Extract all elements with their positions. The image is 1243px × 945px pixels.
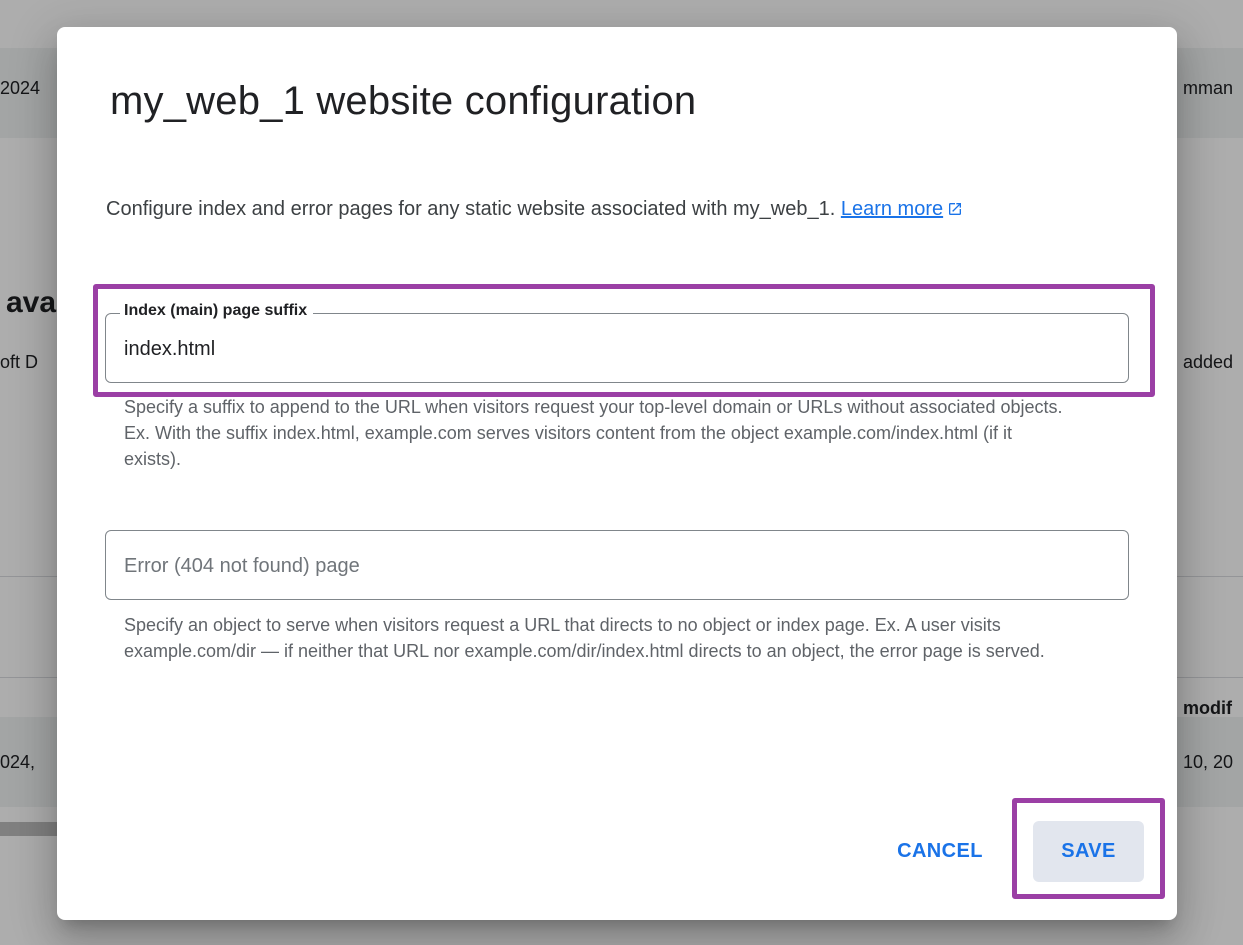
learn-more-link[interactable]: Learn more (841, 198, 963, 220)
description-text: Configure index and error pages for any … (106, 198, 836, 220)
index-suffix-field: Index (main) page suffix (105, 302, 1129, 383)
website-config-dialog: my_web_1 website configuration Configure… (57, 27, 1177, 920)
error-page-helper: Specify an object to serve when visitors… (124, 615, 1045, 661)
index-suffix-input[interactable] (124, 332, 1104, 366)
error-page-input[interactable] (124, 549, 1104, 583)
external-link-icon (949, 203, 962, 215)
learn-more-label: Learn more (840, 198, 944, 220)
cancel-button[interactable]: CANCEL (880, 825, 1000, 877)
index-suffix-helper: Specify a suffix to append to the URL wh… (124, 397, 1063, 469)
dialog-description: Configure index and error pages for any … (106, 189, 1136, 229)
dialog-title: my_web_1 website configuration (110, 79, 697, 123)
index-suffix-label: Index (main) page suffix (120, 302, 314, 320)
error-page-field (105, 530, 1129, 600)
save-button[interactable]: SAVE (1033, 821, 1144, 882)
